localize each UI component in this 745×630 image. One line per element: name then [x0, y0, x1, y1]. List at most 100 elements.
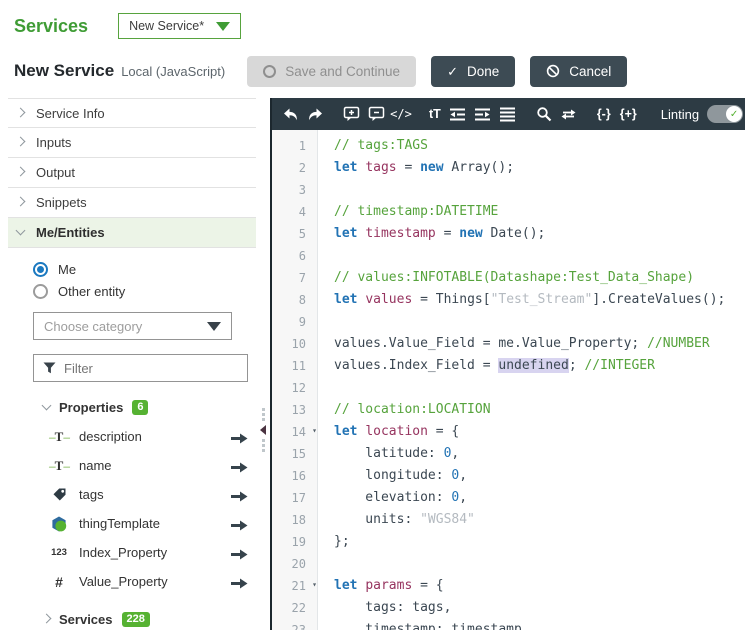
code-text[interactable]: values.Index_Field = undefined; //INTEGE… — [318, 355, 655, 377]
collapse-left-icon[interactable] — [260, 425, 266, 435]
line-number: 8 — [272, 289, 318, 311]
code-area[interactable]: 1// tags:TAGS2let tags = new Array();34/… — [272, 130, 745, 630]
service-selector-dropdown[interactable]: New Service* — [118, 13, 241, 39]
property-item-Value_Property[interactable]: #Value_Property — [33, 567, 256, 596]
insert-snippet-arrow-icon[interactable] — [231, 431, 248, 449]
splitter-handle[interactable] — [258, 408, 268, 452]
line-number: 2 — [272, 157, 318, 179]
linting-toggle[interactable]: ✓ — [707, 105, 743, 123]
line-number: 19 — [272, 531, 318, 553]
code-line: 20 — [272, 553, 745, 575]
title-row: New Service Local (JavaScript) Save and … — [14, 54, 745, 88]
insert-snippet-arrow-icon[interactable] — [231, 489, 248, 507]
code-text[interactable]: // location:LOCATION — [318, 399, 491, 421]
redo-icon[interactable] — [303, 102, 327, 126]
insert-snippet-arrow-icon[interactable] — [231, 576, 248, 594]
action-buttons: Save and Continue ✓ Done Cancel — [247, 56, 627, 87]
cancel-button[interactable]: Cancel — [530, 56, 627, 87]
panel-splitter[interactable] — [256, 98, 270, 630]
code-line: 23 timestamp: timestamp, — [272, 619, 745, 630]
property-item-name[interactable]: –T–name — [33, 451, 256, 480]
editor-toolbar: </> tT — [272, 98, 745, 130]
code-text[interactable]: tags: tags, — [318, 597, 451, 619]
code-text[interactable]: let timestamp = new Date(); — [318, 223, 545, 245]
done-label: Done — [467, 64, 499, 79]
choose-category-select[interactable]: Choose category — [33, 312, 232, 340]
save-and-continue-button[interactable]: Save and Continue — [247, 56, 416, 87]
line-number: 9 — [272, 311, 318, 333]
radio-selected-icon[interactable] — [33, 262, 48, 277]
code-text[interactable] — [318, 553, 334, 575]
code-text[interactable]: elevation: 0, — [318, 487, 467, 509]
insert-snippet-arrow-icon[interactable] — [231, 518, 248, 536]
code-line: 1// tags:TAGS — [272, 135, 745, 157]
font-size-icon[interactable]: tT — [425, 102, 445, 126]
code-text[interactable] — [318, 311, 334, 333]
code-text[interactable]: timestamp: timestamp, — [318, 619, 530, 630]
code-text[interactable] — [318, 245, 334, 267]
properties-count-badge: 6 — [132, 400, 148, 415]
unfold-all-icon[interactable]: {+} — [616, 102, 641, 126]
radio-unselected-icon[interactable] — [33, 284, 48, 299]
replace-icon[interactable] — [557, 102, 581, 126]
fold-marker-icon[interactable]: ▾ — [312, 420, 317, 442]
services-section-header[interactable]: Services 228 — [33, 606, 256, 630]
radio-other-entity[interactable]: Other entity — [33, 284, 256, 299]
code-text[interactable]: longitude: 0, — [318, 465, 467, 487]
done-button[interactable]: ✓ Done — [431, 56, 515, 87]
fold-marker-icon[interactable]: ▾ — [312, 574, 317, 596]
fold-all-icon[interactable]: {-} — [593, 102, 615, 126]
code-line: 5let timestamp = new Date(); — [272, 223, 745, 245]
code-text[interactable]: values.Value_Field = me.Value_Property; … — [318, 333, 710, 355]
code-text[interactable] — [318, 377, 334, 399]
sidebar-section-inputs[interactable]: Inputs — [8, 128, 256, 158]
format-code-icon[interactable] — [496, 102, 520, 126]
code-text[interactable]: latitude: 0, — [318, 443, 459, 465]
code-text[interactable]: // timestamp:DATETIME — [318, 201, 498, 223]
sidebar-section-snippets[interactable]: Snippets — [8, 188, 256, 218]
line-number: 11 — [272, 355, 318, 377]
search-icon[interactable] — [532, 102, 556, 126]
sidebar-section-me-entities[interactable]: Me/Entities — [8, 218, 256, 248]
property-item-thingTemplate[interactable]: thingTemplate — [33, 509, 256, 538]
code-text[interactable]: units: "WGS84" — [318, 509, 475, 531]
choose-category-placeholder: Choose category — [44, 319, 142, 334]
code-text[interactable]: let tags = new Array(); — [318, 157, 514, 179]
property-item-description[interactable]: –T–description — [33, 422, 256, 451]
insert-snippet-arrow-icon[interactable] — [231, 547, 248, 565]
sidebar-section-label: Snippets — [36, 195, 87, 210]
line-number: 14▾ — [272, 421, 318, 443]
properties-list: –T–description–T–nametagsthingTemplate12… — [33, 422, 256, 596]
line-number: 10 — [272, 333, 318, 355]
code-line: 21▾let params = { — [272, 575, 745, 597]
code-text[interactable]: // values:INFOTABLE(Datashape:Test_Data_… — [318, 267, 694, 289]
cancel-icon — [546, 64, 560, 78]
filter-input[interactable] — [64, 361, 224, 376]
code-text[interactable]: let values = Things["Test_Stream"].Creat… — [318, 289, 725, 311]
add-comment-icon[interactable] — [339, 102, 363, 126]
indent-more-icon[interactable] — [471, 102, 495, 126]
code-text[interactable]: }; — [318, 531, 350, 553]
chevron-right-icon — [16, 137, 26, 147]
radio-me[interactable]: Me — [33, 262, 256, 277]
code-icon[interactable]: </> — [389, 102, 413, 126]
sidebar-section-service-info[interactable]: Service Info — [8, 98, 256, 128]
properties-section-header[interactable]: Properties 6 — [33, 394, 256, 422]
filter-box[interactable] — [33, 354, 248, 382]
radio-other-label: Other entity — [58, 284, 125, 299]
sidebar: Service InfoInputsOutput Snippets Me/Entit… — [8, 98, 256, 630]
sidebar-section-output[interactable]: Output — [8, 158, 256, 188]
line-number: 15 — [272, 443, 318, 465]
property-item-Index_Property[interactable]: 123Index_Property — [33, 538, 256, 567]
services-count-badge: 228 — [122, 612, 150, 627]
indent-less-icon[interactable] — [446, 102, 470, 126]
property-label: name — [79, 458, 112, 473]
code-text[interactable] — [318, 179, 334, 201]
code-text[interactable]: let params = { — [318, 575, 444, 597]
property-item-tags[interactable]: tags — [33, 480, 256, 509]
undo-icon[interactable] — [278, 102, 302, 126]
code-text[interactable]: let location = { — [318, 421, 459, 443]
insert-snippet-arrow-icon[interactable] — [231, 460, 248, 478]
code-text[interactable]: // tags:TAGS — [318, 135, 428, 157]
remove-comment-icon[interactable] — [364, 102, 388, 126]
